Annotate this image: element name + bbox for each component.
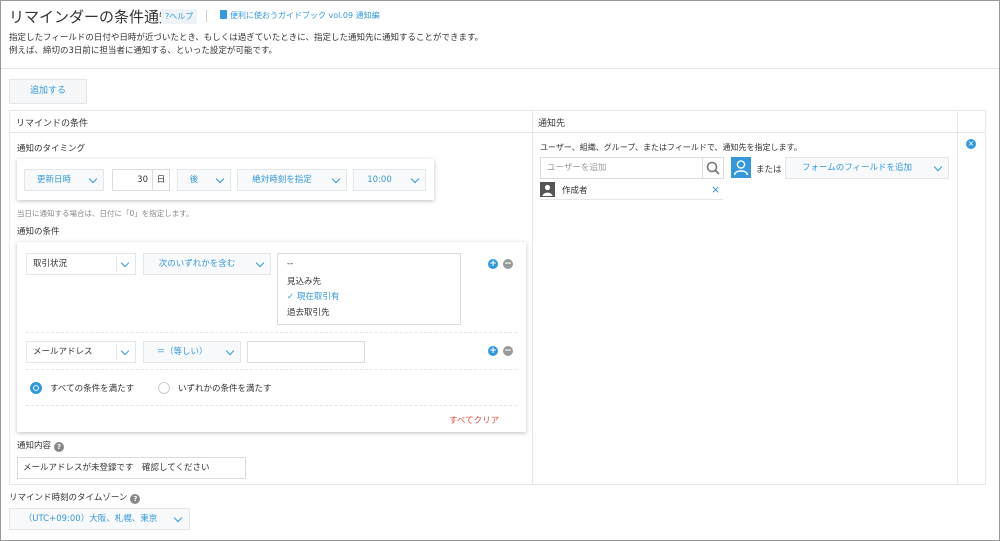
condition-field-value: メールアドレス bbox=[33, 347, 93, 357]
chevron-down-icon bbox=[173, 513, 183, 523]
form-field-select-value: フォームのフィールドを追加 bbox=[801, 163, 913, 173]
column-header-recipient: 通知先 bbox=[538, 119, 566, 129]
add-condition-icon[interactable]: + bbox=[488, 346, 498, 356]
chevron-down-icon bbox=[225, 346, 235, 356]
form-field-select[interactable]: フォームのフィールドを追加 bbox=[785, 157, 949, 179]
direction-select-value: 後 bbox=[189, 175, 199, 185]
user-picker-button[interactable] bbox=[731, 157, 751, 178]
page-description: 指定したフィールドの日付や日時が近づいたとき、もしくは過ぎていたときに、指定した… bbox=[9, 32, 483, 58]
timezone-label-text: リマインド時刻のタイムゾーン bbox=[9, 493, 128, 503]
user-search-input[interactable]: ユーザーを追加 bbox=[540, 157, 703, 179]
chevron-down-icon bbox=[331, 174, 341, 184]
column-divider bbox=[532, 111, 533, 484]
conditions-card: 取引状況 次のいずれかを含む -- 見込み先 ✓ 現在取引有 過去取引先 + −… bbox=[17, 242, 526, 432]
column-divider bbox=[957, 111, 958, 484]
header-separator bbox=[206, 10, 207, 22]
match-all-label: すべての条件を満たす bbox=[50, 384, 135, 394]
timing-label: 通知のタイミング bbox=[17, 144, 86, 154]
condition-options-list[interactable]: -- 見込み先 ✓ 現在取引有 過去取引先 bbox=[277, 253, 461, 325]
chevron-down-icon bbox=[120, 346, 130, 356]
timing-field-select-value: 更新日時 bbox=[36, 175, 71, 185]
user-search-placeholder: ユーザーを追加 bbox=[547, 163, 607, 173]
row-divider bbox=[26, 369, 517, 370]
condition-operator-select[interactable]: 次のいずれかを含む bbox=[143, 253, 271, 275]
description-line: 例えば、締切の3日前に担当者に通知する、といった設定が可能です。 bbox=[9, 46, 278, 56]
timing-field-select[interactable]: 更新日時 bbox=[24, 169, 104, 191]
match-any-label: いずれかの条件を満たす bbox=[178, 384, 272, 394]
or-label: または bbox=[756, 165, 782, 175]
search-button[interactable] bbox=[703, 157, 724, 179]
match-all-radio[interactable] bbox=[30, 382, 42, 394]
question-icon[interactable]: ? bbox=[54, 442, 65, 452]
question-icon[interactable]: ? bbox=[130, 494, 141, 504]
time-select[interactable]: 10:00 bbox=[353, 169, 426, 191]
condition-operator-value: 次のいずれかを含む bbox=[158, 259, 236, 269]
recipient-description: ユーザー、組織、グループ、またはフィールドで、通知先を指定します。 bbox=[540, 143, 802, 152]
person-icon bbox=[733, 160, 749, 176]
list-option-label: 現在取引有 bbox=[296, 292, 340, 302]
list-option-selected[interactable]: ✓ 現在取引有 bbox=[287, 290, 339, 302]
table-header-row bbox=[10, 111, 985, 133]
guide-link-label: 便利に使おうガイドブック vol.09 通知編 bbox=[230, 11, 380, 20]
chevron-down-icon bbox=[120, 258, 130, 268]
chevron-down-icon bbox=[933, 162, 943, 172]
conditions-label: 通知の条件 bbox=[17, 227, 60, 237]
remove-row-icon[interactable]: × bbox=[966, 139, 976, 149]
search-icon bbox=[706, 161, 720, 175]
recipient-name: 作成者 bbox=[562, 186, 588, 196]
help-link[interactable]: ?ヘルプ bbox=[161, 9, 198, 24]
clear-all-link[interactable]: すべてクリア bbox=[449, 414, 499, 426]
close-icon[interactable]: × bbox=[711, 183, 720, 196]
remove-condition-icon[interactable]: − bbox=[503, 259, 513, 269]
add-condition-icon[interactable]: + bbox=[488, 259, 498, 269]
remove-condition-icon[interactable]: − bbox=[503, 346, 513, 356]
condition-operator-select[interactable]: ＝（等しい） bbox=[143, 341, 241, 363]
page-title: リマインダーの条件通知 bbox=[9, 8, 175, 26]
condition-value-input[interactable] bbox=[247, 341, 365, 363]
list-option[interactable]: 過去取引先 bbox=[287, 306, 330, 318]
chevron-down-icon bbox=[255, 258, 265, 268]
list-option[interactable]: -- bbox=[287, 259, 293, 269]
user-avatar-icon bbox=[540, 182, 555, 197]
match-any-radio[interactable] bbox=[158, 382, 170, 394]
timezone-value: （UTC+09:00）大阪、札幌、東京 bbox=[23, 514, 158, 524]
add-button[interactable]: 追加する bbox=[9, 79, 87, 104]
direction-select[interactable]: 後 bbox=[177, 169, 231, 191]
days-input[interactable]: 30 bbox=[112, 169, 153, 191]
chevron-down-icon bbox=[410, 174, 420, 184]
days-unit: 日 bbox=[152, 169, 170, 191]
check-icon: ✓ bbox=[287, 292, 295, 302]
timing-card: 更新日時 30 日 後 絶対時刻を指定 10:00 bbox=[17, 159, 434, 200]
description-line: 指定したフィールドの日付や日時が近づいたとき、もしくは過ぎていたときに、指定した… bbox=[9, 33, 484, 43]
condition-field-select[interactable]: メールアドレス bbox=[26, 341, 136, 363]
header-divider bbox=[1, 68, 999, 69]
chevron-down-icon bbox=[88, 174, 98, 184]
time-select-value: 10:00 bbox=[367, 175, 392, 185]
select-divider bbox=[116, 256, 117, 272]
content-label-text: 通知内容 bbox=[17, 441, 52, 451]
timing-note: 当日に通知する場合は、日付に「0」を指定します。 bbox=[17, 209, 194, 218]
select-divider bbox=[116, 344, 117, 360]
book-icon bbox=[220, 10, 227, 19]
list-option[interactable]: 見込み先 bbox=[287, 275, 321, 287]
chevron-down-icon bbox=[215, 174, 225, 184]
column-header-condition: リマインドの条件 bbox=[16, 119, 89, 129]
recipient-entry: 作成者 × bbox=[540, 180, 723, 200]
time-mode-select[interactable]: 絶対時刻を指定 bbox=[237, 169, 347, 191]
condition-operator-value: ＝（等しい） bbox=[156, 347, 208, 357]
timezone-label: リマインド時刻のタイムゾーン? bbox=[9, 491, 141, 504]
condition-field-select[interactable]: 取引状況 bbox=[26, 253, 136, 275]
condition-field-value: 取引状況 bbox=[33, 259, 68, 269]
content-input[interactable]: メールアドレスが未登録です 確認してください bbox=[17, 457, 246, 479]
row-divider bbox=[26, 405, 517, 406]
guide-link[interactable]: 便利に使おうガイドブック vol.09 通知編 bbox=[220, 10, 380, 21]
row-divider bbox=[26, 332, 517, 333]
content-label: 通知内容? bbox=[17, 439, 65, 452]
time-mode-select-value: 絶対時刻を指定 bbox=[252, 175, 312, 185]
timezone-select[interactable]: （UTC+09:00）大阪、札幌、東京 bbox=[9, 508, 190, 530]
